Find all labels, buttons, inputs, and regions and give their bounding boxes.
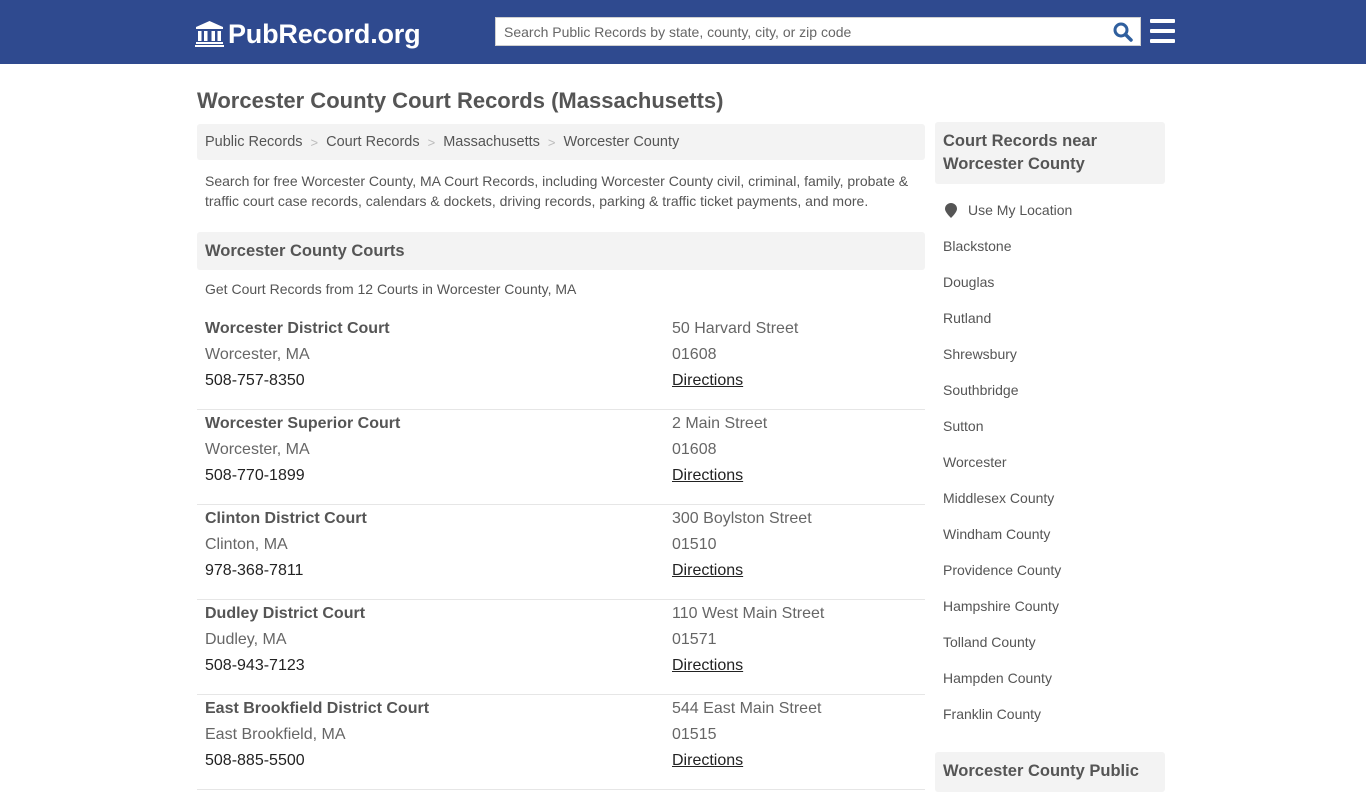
top-navigation-bar: PubRecord.org bbox=[0, 0, 1366, 64]
court-phone[interactable]: 508-757-8350 bbox=[205, 371, 390, 397]
sidebar-link-rutland[interactable]: Rutland bbox=[943, 300, 1163, 336]
courts-section-subtitle: Get Court Records from 12 Courts in Worc… bbox=[205, 281, 577, 297]
sidebar-link-douglas[interactable]: Douglas bbox=[943, 264, 1163, 300]
sidebar-link-windham-county[interactable]: Windham County bbox=[943, 516, 1163, 552]
court-phone[interactable]: 508-943-7123 bbox=[205, 656, 365, 682]
breadcrumb: Public Records > Court Records > Massach… bbox=[197, 124, 925, 160]
map-marker-icon bbox=[945, 202, 957, 218]
breadcrumb-current: Worcester County bbox=[563, 134, 680, 150]
courts-section-title: Worcester County Courts bbox=[197, 232, 925, 270]
courts-list: Worcester District Court Worcester, MA 5… bbox=[197, 315, 925, 790]
court-item: Clinton District Court Clinton, MA 978-3… bbox=[197, 505, 925, 600]
menu-bar bbox=[1150, 39, 1175, 43]
court-item: Dudley District Court Dudley, MA 508-943… bbox=[197, 600, 925, 695]
breadcrumb-court-records[interactable]: Court Records bbox=[326, 134, 419, 150]
court-name[interactable]: Worcester District Court bbox=[205, 319, 390, 345]
sidebar-section-title-public-records: Worcester County Public bbox=[935, 752, 1165, 792]
menu-bar bbox=[1150, 29, 1175, 33]
court-zip: 01608 bbox=[672, 441, 717, 458]
directions-link[interactable]: Directions bbox=[672, 372, 743, 389]
court-item: Worcester Superior Court Worcester, MA 5… bbox=[197, 410, 925, 505]
court-name[interactable]: Dudley District Court bbox=[205, 604, 365, 630]
hamburger-menu-icon[interactable] bbox=[1150, 19, 1175, 43]
court-zip: 01515 bbox=[672, 726, 717, 743]
court-city: Worcester, MA bbox=[205, 441, 310, 458]
breadcrumb-public-records[interactable]: Public Records bbox=[205, 134, 303, 150]
court-phone[interactable]: 508-885-5500 bbox=[205, 751, 429, 777]
breadcrumb-separator: > bbox=[427, 134, 436, 150]
search-button[interactable] bbox=[1106, 18, 1140, 45]
page-title: Worcester County Court Records (Massachu… bbox=[197, 88, 724, 113]
menu-bar bbox=[1150, 19, 1175, 23]
directions-link[interactable]: Directions bbox=[672, 467, 743, 484]
nearby-locations-list: Use My Location Blackstone Douglas Rutla… bbox=[943, 192, 1163, 732]
breadcrumb-massachusetts[interactable]: Massachusetts bbox=[443, 134, 540, 150]
sidebar-link-worcester[interactable]: Worcester bbox=[943, 444, 1163, 480]
court-name[interactable]: East Brookfield District Court bbox=[205, 699, 429, 725]
sidebar-link-hampshire-county[interactable]: Hampshire County bbox=[943, 588, 1163, 624]
intro-text: Search for free Worcester County, MA Cou… bbox=[205, 173, 909, 209]
directions-link[interactable]: Directions bbox=[672, 657, 743, 674]
court-city: East Brookfield, MA bbox=[205, 726, 346, 743]
site-logo-link[interactable]: PubRecord.org bbox=[195, 18, 421, 50]
directions-link[interactable]: Directions bbox=[672, 562, 743, 579]
court-address: 300 Boylston Street bbox=[672, 510, 812, 527]
sidebar-link-hampden-county[interactable]: Hampden County bbox=[943, 660, 1163, 696]
breadcrumb-separator: > bbox=[547, 134, 556, 150]
sidebar-link-blackstone[interactable]: Blackstone bbox=[943, 228, 1163, 264]
court-item: East Brookfield District Court East Broo… bbox=[197, 695, 925, 790]
sidebar-link-providence-county[interactable]: Providence County bbox=[943, 552, 1163, 588]
sidebar-title: Court Records near Worcester County bbox=[935, 122, 1165, 184]
use-my-location-label: Use My Location bbox=[968, 202, 1073, 218]
court-zip: 01571 bbox=[672, 631, 717, 648]
site-name: PubRecord.org bbox=[228, 18, 421, 49]
search-input[interactable] bbox=[496, 18, 1106, 45]
breadcrumb-separator: > bbox=[310, 134, 319, 150]
court-item: Worcester District Court Worcester, MA 5… bbox=[197, 315, 925, 410]
sidebar-link-middlesex-county[interactable]: Middlesex County bbox=[943, 480, 1163, 516]
court-name[interactable]: Clinton District Court bbox=[205, 509, 367, 535]
court-zip: 01608 bbox=[672, 346, 717, 363]
sidebar-link-shrewsbury[interactable]: Shrewsbury bbox=[943, 336, 1163, 372]
search-icon bbox=[1113, 22, 1133, 42]
court-city: Worcester, MA bbox=[205, 346, 310, 363]
search-box bbox=[495, 17, 1141, 46]
court-name[interactable]: Worcester Superior Court bbox=[205, 414, 400, 440]
sidebar-link-southbridge[interactable]: Southbridge bbox=[943, 372, 1163, 408]
court-city: Dudley, MA bbox=[205, 631, 287, 648]
sidebar-link-franklin-county[interactable]: Franklin County bbox=[943, 696, 1163, 732]
directions-link[interactable]: Directions bbox=[672, 752, 743, 769]
court-phone[interactable]: 508-770-1899 bbox=[205, 466, 400, 492]
court-address: 110 West Main Street bbox=[672, 605, 825, 622]
use-my-location-button[interactable]: Use My Location bbox=[943, 192, 1163, 228]
courthouse-icon bbox=[195, 21, 224, 47]
court-address: 50 Harvard Street bbox=[672, 320, 799, 337]
court-zip: 01510 bbox=[672, 536, 717, 553]
court-phone[interactable]: 978-368-7811 bbox=[205, 561, 367, 587]
court-city: Clinton, MA bbox=[205, 536, 288, 553]
sidebar-link-tolland-county[interactable]: Tolland County bbox=[943, 624, 1163, 660]
sidebar-link-sutton[interactable]: Sutton bbox=[943, 408, 1163, 444]
court-address: 544 East Main Street bbox=[672, 700, 822, 717]
court-address: 2 Main Street bbox=[672, 415, 768, 432]
